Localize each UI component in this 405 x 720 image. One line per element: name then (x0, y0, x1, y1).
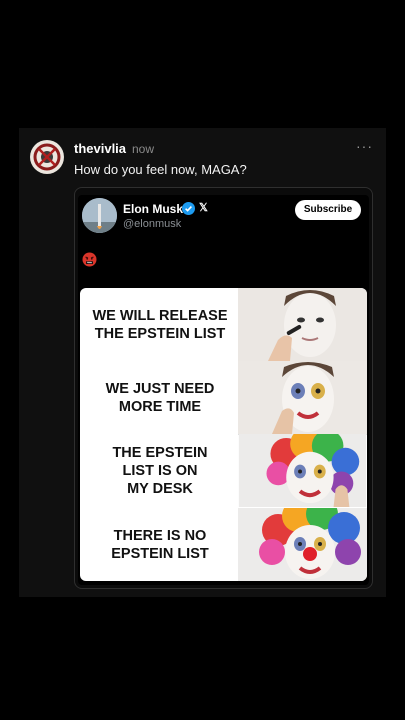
post-timestamp: now (132, 142, 155, 156)
tweet-avatar (82, 198, 117, 233)
meme-caption: THE EPSTEIN LIST IS ON MY DESK (112, 444, 208, 497)
embedded-image[interactable]: Elon Musk 𝕏 @elonmusk Subscribe WE WILL … (74, 187, 373, 589)
more-options-button[interactable]: ··· (356, 138, 373, 154)
clown-panel-3 (238, 434, 367, 507)
subscribe-button: Subscribe (295, 200, 361, 220)
angry-face-emoji-icon (82, 252, 97, 267)
meme-caption: WE JUST NEED MORE TIME (105, 380, 215, 415)
meme-row: THE EPSTEIN LIST IS ON MY DESK (80, 434, 367, 508)
post-text: How do you feel now, MAGA? (74, 162, 247, 177)
meme-caption: THERE IS NO EPSTEIN LIST (111, 527, 209, 562)
username[interactable]: thevivlia (74, 141, 126, 156)
tweet-author-handle: @elonmusk (123, 218, 182, 230)
meme-row: WE JUST NEED MORE TIME (80, 361, 367, 434)
clown-panel-4 (238, 508, 367, 581)
post-card: thevivlia now ··· How do you feel now, M… (19, 128, 386, 597)
meme-row: WE WILL RELEASE THE EPSTEIN LIST (80, 288, 367, 361)
meme-caption: WE WILL RELEASE THE EPSTEIN LIST (92, 307, 228, 342)
x-logo-icon: 𝕏 (199, 202, 208, 214)
user-avatar[interactable] (30, 140, 64, 174)
clown-panel-1 (238, 288, 367, 361)
tweet-author-name: Elon Musk (123, 202, 184, 216)
clown-meme: WE WILL RELEASE THE EPSTEIN LIST WE JUST… (80, 288, 367, 581)
verified-badge-icon (182, 202, 195, 215)
meme-row: THERE IS NO EPSTEIN LIST (80, 508, 367, 581)
tweet-screenshot: Elon Musk 𝕏 @elonmusk Subscribe WE WILL … (78, 195, 369, 585)
clown-panel-2 (238, 361, 367, 434)
